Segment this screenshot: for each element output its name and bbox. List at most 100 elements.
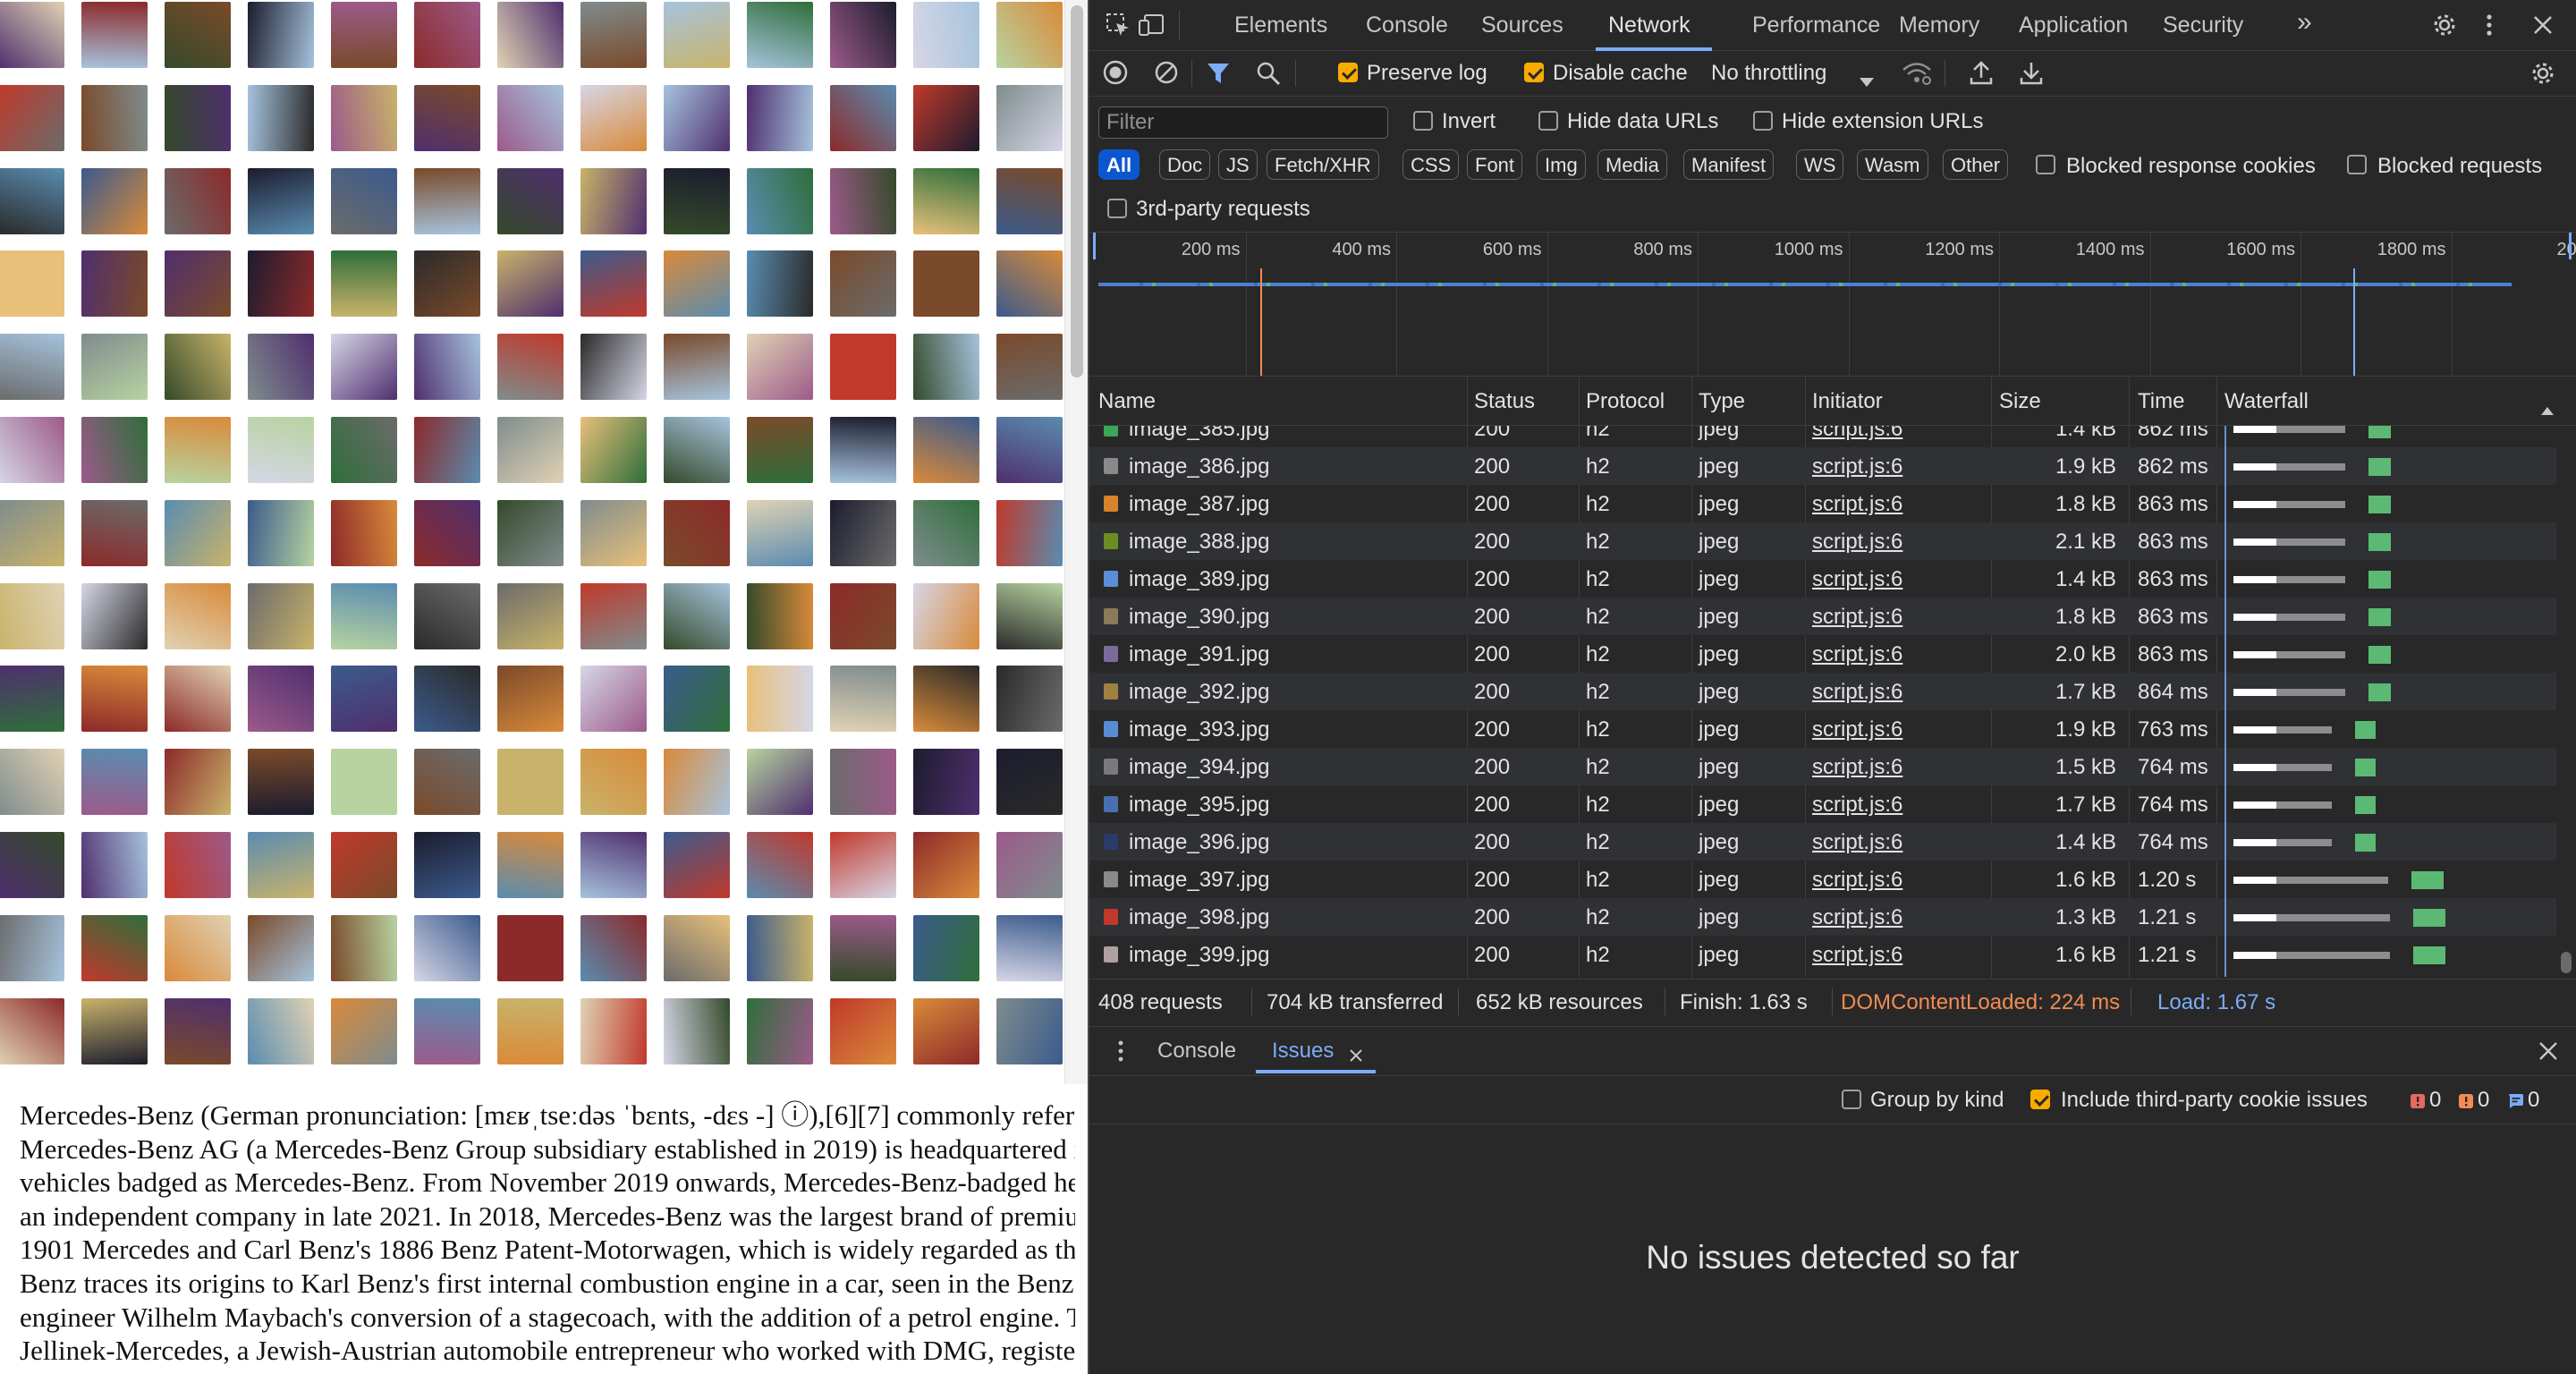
record-icon[interactable] [1102, 59, 1129, 92]
column-size[interactable]: Size [1999, 389, 2041, 414]
request-initiator[interactable]: script.js:6 [1812, 454, 1902, 479]
type-filter-doc[interactable]: Doc [1159, 149, 1211, 180]
table-row[interactable]: image_393.jpg 200 h2 jpeg script.js:6 1.9 kB 7… [1089, 710, 2556, 748]
filter-input[interactable] [1098, 106, 1388, 139]
page-scrollbar[interactable] [1064, 0, 1088, 1084]
overview-left-handle[interactable] [1093, 233, 1096, 259]
request-initiator[interactable]: script.js:6 [1812, 755, 1902, 780]
drawer-tab-console[interactable]: Console [1157, 1039, 1236, 1064]
blocked-requests-checkbox[interactable] [2347, 155, 2367, 174]
request-initiator[interactable]: script.js:6 [1812, 492, 1902, 517]
network-conditions-icon[interactable] [1902, 62, 1932, 91]
close-devtools-icon[interactable] [2532, 14, 2554, 42]
hide-extension-urls-checkbox[interactable] [1753, 111, 1773, 131]
network-overview[interactable]: 200 ms 400 ms 600 ms 800 ms 1000 ms 1200 ms 14… [1089, 233, 2576, 377]
hide-data-urls-checkbox[interactable] [1538, 111, 1558, 131]
request-name[interactable]: image_389.jpg [1129, 567, 1269, 592]
request-initiator[interactable]: script.js:6 [1812, 943, 1902, 968]
request-name[interactable]: image_392.jpg [1129, 680, 1269, 705]
table-scrollbar[interactable] [2556, 426, 2576, 977]
chevron-down-icon[interactable] [1859, 69, 1875, 94]
table-row[interactable]: image_391.jpg 200 h2 jpeg script.js:6 2.0 kB 8… [1089, 635, 2556, 673]
column-initiator[interactable]: Initiator [1812, 389, 1883, 414]
type-filter-wasm[interactable]: Wasm [1857, 149, 1928, 180]
request-name[interactable]: image_391.jpg [1129, 642, 1269, 667]
request-name[interactable]: image_397.jpg [1129, 868, 1269, 893]
close-issues-tab-icon[interactable] [1349, 1044, 1363, 1069]
column-protocol[interactable]: Protocol [1586, 389, 1665, 414]
table-row[interactable]: image_395.jpg 200 h2 jpeg script.js:6 1.7 kB 7… [1089, 785, 2556, 823]
device-toolbar-icon[interactable] [1138, 13, 1165, 44]
table-row[interactable]: image_386.jpg 200 h2 jpeg script.js:6 1.9 kB 8… [1089, 447, 2556, 485]
table-row[interactable]: image_388.jpg 200 h2 jpeg script.js:6 2.1 kB 8… [1089, 522, 2556, 560]
throttling-select[interactable]: No throttling [1711, 61, 1826, 86]
close-drawer-icon[interactable] [2538, 1041, 2558, 1067]
request-initiator[interactable]: script.js:6 [1812, 426, 1902, 442]
network-settings-icon[interactable] [2529, 60, 2556, 93]
request-name[interactable]: image_399.jpg [1129, 943, 1269, 968]
type-filter-manifest[interactable]: Manifest [1683, 149, 1775, 180]
request-initiator[interactable]: script.js:6 [1812, 868, 1902, 893]
request-initiator[interactable]: script.js:6 [1812, 680, 1902, 705]
request-name[interactable]: image_398.jpg [1129, 905, 1269, 930]
table-row[interactable]: image_389.jpg 200 h2 jpeg script.js:6 1.4 kB 8… [1089, 560, 2556, 598]
column-name[interactable]: Name [1098, 389, 1156, 414]
request-name[interactable]: image_394.jpg [1129, 755, 1269, 780]
type-filter-media[interactable]: Media [1597, 149, 1667, 180]
table-row[interactable]: image_390.jpg 200 h2 jpeg script.js:6 1.8 kB 8… [1089, 598, 2556, 635]
table-row[interactable]: image_399.jpg 200 h2 jpeg script.js:6 1.6 kB 1… [1089, 936, 2556, 973]
table-row[interactable]: image_398.jpg 200 h2 jpeg script.js:6 1.3 kB 1… [1089, 898, 2556, 936]
column-status[interactable]: Status [1474, 389, 1535, 414]
filter-funnel-icon[interactable] [1206, 61, 1231, 92]
type-filter-fetch-xhr[interactable]: Fetch/XHR [1267, 149, 1379, 180]
type-filter-css[interactable]: CSS [1402, 149, 1460, 180]
preserve-log-checkbox[interactable] [1338, 63, 1358, 82]
request-initiator[interactable]: script.js:6 [1812, 793, 1902, 818]
request-name[interactable]: image_385.jpg [1129, 426, 1269, 442]
inspect-element-icon[interactable] [1106, 13, 1131, 44]
request-initiator[interactable]: script.js:6 [1812, 905, 1902, 930]
column-time[interactable]: Time [2138, 389, 2184, 414]
request-name[interactable]: image_388.jpg [1129, 530, 1269, 555]
drawer-menu-icon[interactable] [1116, 1039, 1125, 1069]
request-name[interactable]: image_393.jpg [1129, 717, 1269, 742]
request-initiator[interactable]: script.js:6 [1812, 567, 1902, 592]
tab-application[interactable]: Application [2019, 13, 2128, 38]
request-initiator[interactable]: script.js:6 [1812, 642, 1902, 667]
sort-ascending-icon[interactable] [2540, 396, 2555, 421]
request-name[interactable]: image_396.jpg [1129, 830, 1269, 855]
table-row[interactable]: image_385.jpg 200 h2 jpeg script.js:6 1.4 kB 8… [1089, 426, 2556, 447]
overview-right-handle[interactable] [2569, 233, 2572, 259]
request-name[interactable]: image_395.jpg [1129, 793, 1269, 818]
table-row[interactable]: image_387.jpg 200 h2 jpeg script.js:6 1.8 kB 8… [1089, 485, 2556, 522]
table-row[interactable]: image_394.jpg 200 h2 jpeg script.js:6 1.5 kB 7… [1089, 748, 2556, 785]
disable-cache-checkbox[interactable] [1524, 63, 1544, 82]
tab-security[interactable]: Security [2163, 13, 2243, 38]
settings-gear-icon[interactable] [2431, 12, 2458, 45]
type-filter-other[interactable]: Other [1943, 149, 2009, 180]
page-scrollbar-thumb[interactable] [1071, 5, 1083, 377]
tab-performance[interactable]: Performance [1752, 13, 1880, 38]
tab-network[interactable]: Network [1608, 13, 1690, 38]
blocked-response-cookies-checkbox[interactable] [2036, 155, 2055, 174]
type-filter-font[interactable]: Font [1467, 149, 1523, 180]
type-filter-all[interactable]: All [1098, 149, 1140, 180]
request-name[interactable]: image_386.jpg [1129, 454, 1269, 479]
tab-sources[interactable]: Sources [1481, 13, 1563, 38]
search-icon[interactable] [1256, 61, 1281, 92]
request-name[interactable]: image_390.jpg [1129, 605, 1269, 630]
request-initiator[interactable]: script.js:6 [1812, 830, 1902, 855]
more-tabs-icon[interactable]: » [2297, 7, 2312, 38]
import-har-icon[interactable] [1970, 60, 1993, 91]
column-type[interactable]: Type [1699, 389, 1745, 414]
request-initiator[interactable]: script.js:6 [1812, 530, 1902, 555]
include-third-party-checkbox[interactable] [2030, 1090, 2050, 1109]
table-scrollbar-thumb[interactable] [2561, 952, 2572, 973]
kebab-menu-icon[interactable] [2485, 13, 2494, 44]
type-filter-img[interactable]: Img [1537, 149, 1586, 180]
tab-memory[interactable]: Memory [1899, 13, 1979, 38]
group-by-kind-checkbox[interactable] [1842, 1090, 1861, 1109]
table-row[interactable]: image_392.jpg 200 h2 jpeg script.js:6 1.7 kB 8… [1089, 673, 2556, 710]
tab-console[interactable]: Console [1366, 13, 1448, 38]
request-name[interactable]: image_387.jpg [1129, 492, 1269, 517]
